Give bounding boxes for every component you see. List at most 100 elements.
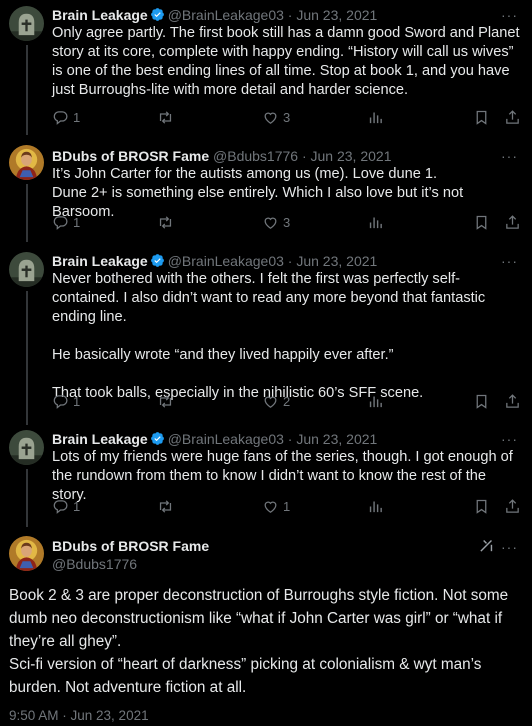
views-button[interactable] <box>367 108 384 126</box>
like-button[interactable]: 2 <box>262 392 290 410</box>
heart-icon <box>264 396 277 408</box>
main-tweet-timestamp[interactable]: 9:50 AM · Jun 23, 2021 <box>9 708 149 723</box>
tweet-header: Brain Leakage @BrainLeakage03 · Jun 23, 2… <box>52 430 377 448</box>
retweet-icon <box>159 110 172 124</box>
bookmark-button[interactable] <box>473 108 490 126</box>
tweet-actions: 1 2 <box>52 392 522 410</box>
verified-badge-icon <box>150 8 164 21</box>
views-icon <box>369 501 382 512</box>
bookmark-button[interactable] <box>473 497 490 515</box>
reply-count: 1 <box>73 393 81 409</box>
tweet[interactable]: Brain Leakage @BrainLeakage03 · Jun 23, 2… <box>0 425 532 527</box>
tweet[interactable]: Brain Leakage @BrainLeakage03 · Jun 23, 2… <box>0 0 532 135</box>
more-options-icon[interactable]: ··· <box>501 254 518 268</box>
bookmark-icon <box>476 110 487 125</box>
author-name[interactable]: Brain Leakage <box>52 7 148 23</box>
tweet[interactable]: BDubs of BROSR Fame @Bdubs1776 · Jun 23,… <box>0 135 532 242</box>
tweet-header: BDubs of BROSR Fame @Bdubs1776 · Jun 23,… <box>52 147 391 165</box>
reply-icon <box>53 215 68 230</box>
verified-badge-icon <box>150 254 164 267</box>
tweet-date[interactable]: · Jun 23, 2021 <box>288 7 378 23</box>
views-button[interactable] <box>367 213 384 231</box>
tweet-text: Only agree partly. The first book still … <box>52 25 520 98</box>
share-button[interactable] <box>504 213 521 231</box>
reply-button[interactable]: 1 <box>52 392 80 410</box>
thread-line <box>25 469 28 527</box>
author-handle[interactable]: @BrainLeakage03 <box>168 431 284 447</box>
retweet-icon <box>159 215 172 229</box>
views-icon <box>369 217 382 228</box>
like-count: 2 <box>283 393 291 409</box>
tweet-date[interactable]: · Jun 23, 2021 <box>302 148 392 164</box>
bookmark-button[interactable] <box>473 213 490 231</box>
avatar-brain-leakage[interactable] <box>9 430 44 465</box>
verified-badge-icon <box>150 432 164 445</box>
author-name[interactable]: BDubs of BROSR Fame <box>52 537 209 555</box>
reply-icon <box>53 499 68 514</box>
author-name[interactable]: Brain Leakage <box>52 253 148 269</box>
reply-count: 1 <box>73 498 81 514</box>
tweet-header: Brain Leakage @BrainLeakage03 · Jun 23, 2… <box>52 252 377 270</box>
retweet-icon <box>159 394 172 408</box>
heart-icon <box>264 501 277 513</box>
like-button[interactable]: 3 <box>262 108 290 126</box>
more-options-icon[interactable]: ··· <box>501 8 518 22</box>
bookmark-icon <box>476 499 487 514</box>
retweet-button[interactable] <box>157 392 178 410</box>
reply-icon <box>53 394 68 409</box>
author-handle[interactable]: @BrainLeakage03 <box>168 253 284 269</box>
bookmark-button[interactable] <box>473 392 490 410</box>
main-tweet-header: BDubs of BROSR Fame @Bdubs1776 <box>52 537 209 573</box>
more-options-icon[interactable]: ··· <box>501 149 518 163</box>
views-icon <box>369 396 382 407</box>
avatar-bdubs[interactable] <box>9 536 44 571</box>
share-icon <box>506 498 519 513</box>
main-tweet-text: Book 2 & 3 are proper deconstruction of … <box>9 587 509 696</box>
tweet-date[interactable]: · Jun 23, 2021 <box>288 431 378 447</box>
tweet-date[interactable]: · Jun 23, 2021 <box>288 253 378 269</box>
avatar-bdubs[interactable] <box>9 145 44 180</box>
retweet-button[interactable] <box>157 497 178 515</box>
like-button[interactable]: 3 <box>262 213 290 231</box>
share-button[interactable] <box>504 497 521 515</box>
more-options-icon[interactable]: ··· <box>501 540 518 554</box>
share-button[interactable] <box>504 108 521 126</box>
author-handle[interactable]: @Bdubs1776 <box>213 148 298 164</box>
reply-count: 1 <box>73 109 81 125</box>
thread-line <box>25 291 28 425</box>
reply-button[interactable]: 1 <box>52 497 80 515</box>
author-name[interactable]: BDubs of BROSR Fame <box>52 148 209 164</box>
avatar-brain-leakage[interactable] <box>9 6 44 41</box>
tweet-text: Never bothered with the others. I felt t… <box>52 271 486 401</box>
thread-line <box>25 45 28 135</box>
like-count: 1 <box>283 498 291 514</box>
reply-button[interactable]: 1 <box>52 213 80 231</box>
views-button[interactable] <box>367 392 384 410</box>
grok-icon[interactable] <box>478 537 495 554</box>
author-handle[interactable]: @BrainLeakage03 <box>168 7 284 23</box>
heart-icon <box>264 217 277 229</box>
thread-line <box>25 184 28 242</box>
reply-icon <box>53 110 68 125</box>
views-button[interactable] <box>367 497 384 515</box>
more-options-icon[interactable]: ··· <box>501 432 518 446</box>
heart-icon <box>264 112 277 124</box>
avatar-brain-leakage[interactable] <box>9 252 44 287</box>
reply-button[interactable]: 1 <box>52 108 80 126</box>
like-button[interactable]: 1 <box>262 497 290 515</box>
author-name[interactable]: Brain Leakage <box>52 431 148 447</box>
retweet-button[interactable] <box>157 213 178 231</box>
bookmark-icon <box>476 215 487 230</box>
share-button[interactable] <box>504 392 521 410</box>
author-handle[interactable]: @Bdubs1776 <box>52 555 209 573</box>
share-icon <box>506 393 519 408</box>
tweet-actions: 1 1 <box>52 497 522 515</box>
retweet-button[interactable] <box>157 108 178 126</box>
retweet-icon <box>159 499 172 513</box>
reply-count: 1 <box>73 214 81 230</box>
views-icon <box>369 112 382 123</box>
bookmark-icon <box>476 394 487 409</box>
share-icon <box>506 109 519 124</box>
share-icon <box>506 214 519 229</box>
tweet[interactable]: Brain Leakage @BrainLeakage03 · Jun 23, 2… <box>0 243 532 425</box>
